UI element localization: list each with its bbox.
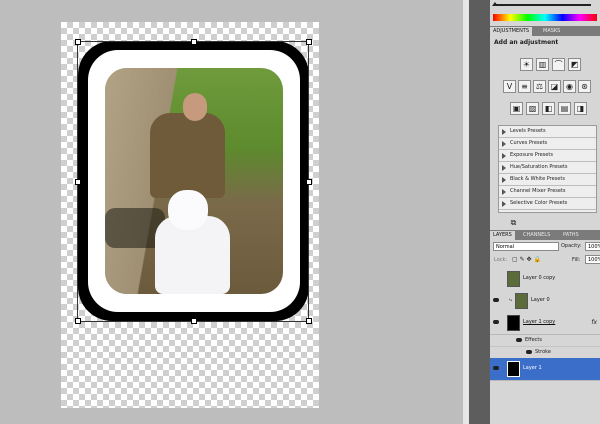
preset-label: Curves Presets: [510, 140, 548, 146]
expand-triangle-icon: [502, 201, 506, 207]
transform-handle-top[interactable]: [191, 39, 197, 45]
bw-icon[interactable]: ◪: [548, 80, 561, 93]
transform-handle-left[interactable]: [75, 179, 81, 185]
transform-handle-bottom[interactable]: [191, 318, 197, 324]
layer-row-layer-1[interactable]: Layer 1: [490, 358, 600, 381]
posterize-icon[interactable]: ▨: [526, 102, 539, 115]
curves-icon[interactable]: ⌒: [552, 58, 565, 71]
preset-levels[interactable]: Levels Presets: [499, 126, 596, 138]
transform-bounding-box[interactable]: [77, 41, 309, 322]
preset-label: Selective Color Presets: [510, 200, 568, 206]
opacity-label: Opacity:: [561, 243, 582, 249]
color-slider-knob[interactable]: [492, 2, 498, 6]
right-panels: ADJUSTMENTS MASKS Add an adjustment ☀ ▥ …: [490, 0, 600, 424]
preset-selective-color[interactable]: Selective Color Presets: [499, 198, 596, 210]
expand-triangle-icon: [502, 129, 506, 135]
hue-sat-icon[interactable]: ≡: [518, 80, 531, 93]
blend-mode-select[interactable]: Normal: [493, 242, 559, 251]
lock-icons[interactable]: ▢ ✎ ✥ 🔒: [512, 256, 541, 263]
layer-name: Layer 0: [531, 297, 550, 303]
layer-thumbnail: [507, 315, 520, 331]
layers-tabbar: LAYERS CHANNELS PATHS: [490, 230, 600, 240]
effects-label: Effects: [525, 337, 542, 343]
expand-triangle-icon: [502, 165, 506, 171]
preset-hue-saturation[interactable]: Hue/Saturation Presets: [499, 162, 596, 174]
selective-color-icon[interactable]: ◨: [574, 102, 587, 115]
layer-name: Layer 0 copy: [523, 275, 556, 281]
collapsed-panel-strip: [469, 0, 490, 424]
opacity-field[interactable]: 100%: [585, 242, 600, 251]
expand-triangle-icon: [502, 153, 506, 159]
preset-label: Levels Presets: [510, 128, 546, 134]
transform-handle-bl[interactable]: [75, 318, 81, 324]
layer-row-layer-0-copy[interactable]: Layer 0 copy: [490, 268, 600, 291]
fill-label: Fill:: [572, 257, 581, 263]
transform-handle-br[interactable]: [306, 318, 312, 324]
color-slider-track[interactable]: [495, 4, 591, 6]
invert-icon[interactable]: ▣: [510, 102, 523, 115]
tab-adjustments[interactable]: ADJUSTMENTS: [490, 27, 533, 36]
preset-label: Exposure Presets: [510, 152, 553, 158]
layer-thumbnail: [507, 271, 520, 287]
layer-name: Layer 1: [523, 365, 542, 371]
preset-label: Black & White Presets: [510, 176, 565, 182]
adjustments-tabbar: ADJUSTMENTS MASKS: [490, 26, 600, 36]
visibility-eye-icon[interactable]: [516, 338, 522, 342]
levels-icon[interactable]: ▥: [536, 58, 549, 71]
layer-thumbnail: [507, 361, 520, 377]
preset-black-white[interactable]: Black & White Presets: [499, 174, 596, 186]
tab-paths[interactable]: PATHS: [560, 231, 582, 240]
clipping-link-icon: ⤷: [509, 297, 512, 303]
adjustments-title: Add an adjustment: [494, 39, 559, 46]
visibility-eye-icon[interactable]: [493, 366, 499, 370]
photo-filter-icon[interactable]: ◉: [563, 80, 576, 93]
channel-mixer-icon[interactable]: ⊛: [578, 80, 591, 93]
transform-handle-tr[interactable]: [306, 39, 312, 45]
layer-row-layer-1-copy[interactable]: Layer 1 copy fx: [490, 312, 600, 335]
expand-triangle-icon: [502, 141, 506, 147]
tab-layers[interactable]: LAYERS: [490, 231, 515, 240]
preset-curves[interactable]: Curves Presets: [499, 138, 596, 150]
color-balance-icon[interactable]: ⚖: [533, 80, 546, 93]
transform-handle-tl[interactable]: [75, 39, 81, 45]
adjustment-presets-list: Levels Presets Curves Presets Exposure P…: [498, 125, 597, 213]
layer-row-layer-0[interactable]: ⤷ Layer 0: [490, 290, 600, 313]
exposure-icon[interactable]: ◩: [568, 58, 581, 71]
clip-layer-icon[interactable]: ⧉: [508, 217, 519, 228]
tab-channels[interactable]: CHANNELS: [520, 231, 553, 240]
layer-thumbnail: [515, 293, 528, 309]
stroke-label: Stroke: [535, 349, 551, 355]
threshold-icon[interactable]: ◧: [542, 102, 555, 115]
fx-icon[interactable]: fx: [591, 319, 597, 326]
expand-triangle-icon: [502, 189, 506, 195]
preset-exposure[interactable]: Exposure Presets: [499, 150, 596, 162]
color-ramp[interactable]: [493, 14, 597, 21]
preset-label: Channel Mixer Presets: [510, 188, 566, 194]
visibility-eye-icon[interactable]: [526, 350, 532, 354]
vibrance-icon[interactable]: V: [503, 80, 516, 93]
transform-handle-right[interactable]: [306, 179, 312, 185]
expand-triangle-icon: [502, 177, 506, 183]
visibility-eye-icon[interactable]: [493, 298, 499, 302]
lock-label: Lock:: [494, 257, 508, 263]
tab-masks[interactable]: MASKS: [540, 27, 563, 36]
preset-channel-mixer[interactable]: Channel Mixer Presets: [499, 186, 596, 198]
brightness-icon[interactable]: ☀: [520, 58, 533, 71]
gradient-map-icon[interactable]: ▤: [558, 102, 571, 115]
fill-field[interactable]: 100%: [585, 255, 600, 264]
document-canvas-area[interactable]: [0, 0, 463, 424]
visibility-eye-icon[interactable]: [493, 320, 499, 324]
layer-name: Layer 1 copy: [523, 319, 556, 325]
preset-label: Hue/Saturation Presets: [510, 164, 568, 170]
